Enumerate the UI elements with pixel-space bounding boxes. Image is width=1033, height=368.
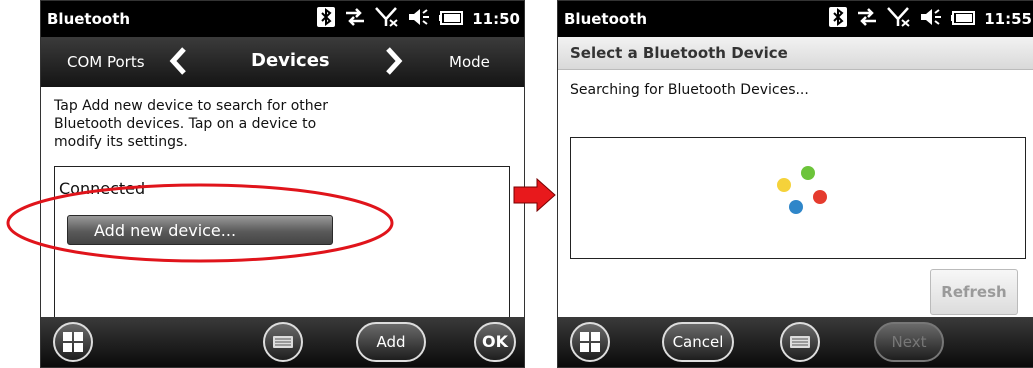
battery-icon	[951, 10, 976, 29]
spinner-dot-blue	[789, 200, 803, 214]
status-bar: Bluetooth 11:50	[41, 1, 524, 37]
bluetooth-icon	[317, 7, 336, 31]
clock: 11:50	[472, 10, 520, 28]
right-arrow-icon	[513, 178, 556, 212]
volume-icon	[408, 8, 430, 30]
tab-com-ports[interactable]: COM Ports	[67, 53, 145, 71]
no-signal-icon	[887, 7, 911, 31]
searching-text: Searching for Bluetooth Devices...	[570, 82, 809, 98]
sync-icon	[856, 8, 878, 30]
instructions-text: Tap Add new device to search for other B…	[54, 98, 328, 150]
windows-start-icon	[579, 332, 601, 357]
refresh-button[interactable]: Refresh	[930, 269, 1018, 315]
windows-start-icon	[62, 332, 84, 357]
keyboard-button[interactable]	[780, 322, 820, 362]
keyboard-icon	[790, 334, 810, 352]
highlight-ellipse	[6, 183, 394, 263]
next-button[interactable]: Next	[874, 322, 944, 362]
battery-icon	[439, 10, 464, 29]
select-bluetooth-device-screen: Bluetooth 11:55 Select a Bluetooth Devic…	[557, 0, 1033, 368]
chevron-right-icon[interactable]	[383, 46, 403, 80]
spinner-dot-yellow	[777, 178, 791, 192]
spinner-dot-green	[801, 166, 815, 180]
cancel-button[interactable]: Cancel	[662, 322, 734, 362]
status-title: Bluetooth	[564, 10, 648, 28]
keyboard-icon	[273, 334, 293, 352]
softkey-bar: Cancel Next	[558, 317, 1033, 367]
bluetooth-icon	[829, 7, 848, 31]
spinner-dot-red	[813, 190, 827, 204]
sync-icon	[344, 8, 366, 30]
tab-mode[interactable]: Mode	[449, 53, 490, 71]
start-button[interactable]	[570, 322, 610, 362]
status-bar: Bluetooth 11:55	[558, 1, 1033, 37]
loading-spinner	[777, 166, 827, 216]
add-button[interactable]: Add	[356, 322, 426, 362]
clock: 11:55	[984, 10, 1032, 28]
keyboard-button[interactable]	[263, 322, 303, 362]
ok-button[interactable]: OK	[474, 322, 516, 362]
status-title: Bluetooth	[47, 10, 131, 28]
found-devices-list	[570, 137, 1026, 259]
start-button[interactable]	[53, 322, 93, 362]
pivot-nav: COM Ports Devices Mode	[41, 37, 524, 87]
tab-devices[interactable]: Devices	[251, 50, 330, 71]
page-title: Select a Bluetooth Device	[558, 37, 1033, 70]
softkey-bar: Add OK	[41, 317, 524, 367]
chevron-left-icon[interactable]	[169, 46, 189, 80]
volume-icon	[920, 8, 942, 30]
no-signal-icon	[375, 7, 399, 31]
